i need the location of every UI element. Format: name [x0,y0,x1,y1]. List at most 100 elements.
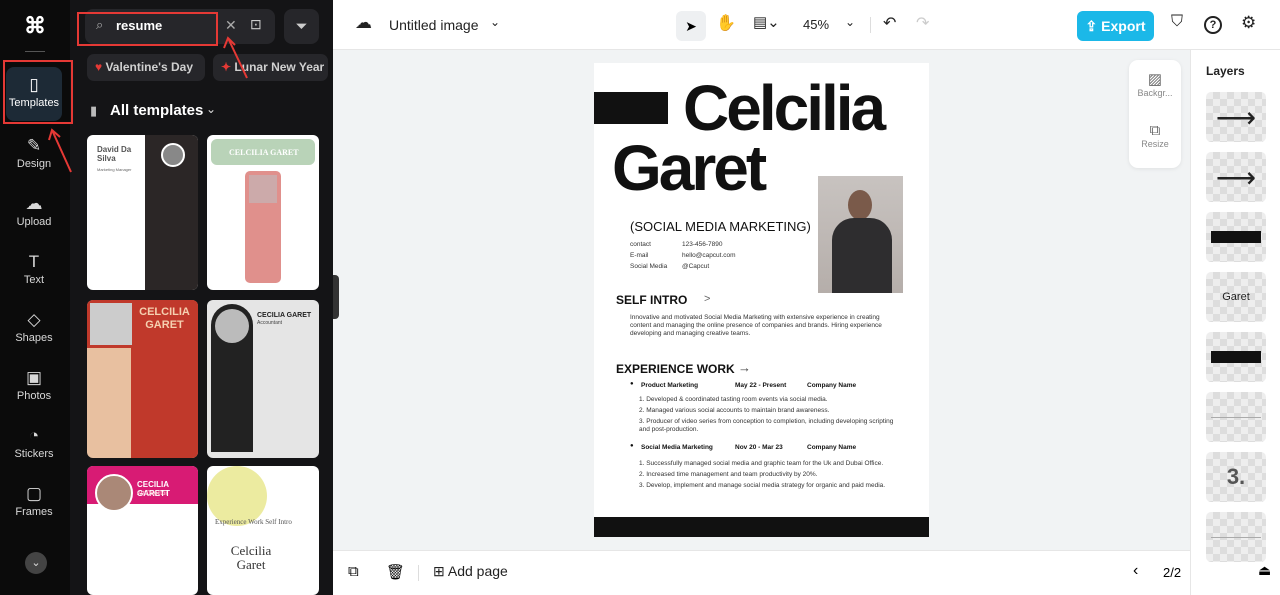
layer-item-black-bar[interactable] [1206,212,1266,262]
layout-icon[interactable]: ▤⌄ [753,13,780,31]
canvas-tools: ▨ Backgr... ⧉ Resize [1129,60,1181,168]
role-title: (SOCIAL MEDIA MARKETING) [630,219,811,234]
sidebar-item-text[interactable]: T Text [6,244,62,298]
zoom-level[interactable]: 45% [803,17,829,32]
undo-icon[interactable]: ↶ [883,13,896,33]
firecracker-icon: ✦ [221,60,232,74]
label: Stickers [14,448,54,460]
chevron-down-icon[interactable]: ⌄ [206,102,216,116]
black-bar [594,92,668,124]
layer-label: Garet [1222,291,1250,303]
select-tool-button[interactable]: ➤ [676,11,706,41]
layer-item-black-bar[interactable] [1206,332,1266,382]
frames-icon: ▢ [25,484,43,503]
shield-icon[interactable]: ⛉ [1171,13,1183,31]
layer-item-line[interactable] [1206,392,1266,442]
page-indicator: 2/2 [1163,565,1182,580]
layer-item-arrow[interactable]: ⟶ [1206,152,1266,202]
settings-icon[interactable]: ⚙ [1241,13,1256,33]
sidebar-item-design[interactable]: ✎ Design [6,128,62,182]
layer-item-line[interactable] [1206,512,1266,562]
arrow-icon: > [704,293,711,305]
panel-collapse-handle[interactable] [333,275,339,319]
job-item: 2. Increased time management and team pr… [639,471,818,478]
chip-valentines-day[interactable]: ♥ Valentine's Day [87,54,205,81]
layer-item-arrow[interactable]: ⟶ [1206,92,1266,142]
thumb-subtitle: Accountant [257,320,283,326]
thumb-title: CELCILIA GARET [229,148,299,157]
add-page-label: Add page [447,563,508,579]
collapse-layers-icon[interactable]: ⏏ [1258,562,1271,579]
label: Templates [8,97,60,109]
thumb-title: Celcilia Garet [230,543,272,572]
contact-value: 123-456-7890 [682,241,723,248]
sidebar-item-upload[interactable]: ☁ Upload [6,186,62,240]
search-box[interactable] [85,9,275,44]
template-card[interactable]: Experience Work Self Intro Celcilia Gare… [207,466,319,595]
divider [25,51,45,52]
sidebar-item-shapes[interactable]: ◇ Shapes [6,302,62,356]
prev-page-icon[interactable]: ‹ [1133,562,1138,580]
section-title[interactable]: All templates [110,102,203,119]
job-item: 3. Producer of video series from concept… [639,418,894,433]
cloud-icon[interactable]: ☁ [355,13,372,33]
label: Resize [1141,139,1169,149]
chip-lunar-new-year[interactable]: ✦ Lunar New Year [213,54,328,81]
chip-label: Valentine's Day [105,60,194,74]
trash-icon[interactable]: 🗑 [386,563,405,581]
resize-button[interactable]: ⧉ Resize [1129,122,1181,149]
more-chevron-button[interactable]: ⌄ [25,552,47,574]
export-label: Export [1101,18,1146,34]
chevron-down-icon[interactable]: ⌄ [490,15,500,29]
clear-search-icon[interactable]: ✕ [225,17,237,34]
template-card[interactable]: CECILIA GARETT Art Director [87,466,198,595]
template-card[interactable]: David Da Silva Marketing Manager [87,135,198,290]
hand-tool-icon[interactable]: ✋ [716,13,736,33]
text-icon: T [28,252,40,271]
sidebar-item-frames[interactable]: ▢ Frames [6,476,62,530]
thumb-photo [161,143,185,167]
bullet-icon: ● [630,381,634,387]
layer-item-text[interactable]: Garet [1206,272,1266,322]
add-page-icon: ⊞ [433,563,445,579]
export-icon: ⇪ [1085,18,1098,34]
template-card[interactable]: CELCILIA GARET [87,300,198,458]
self-intro-text: Innovative and motivated Social Media Ma… [630,314,882,337]
job-title: Social Media Marketing [641,444,713,451]
last-name: Garet [612,132,767,204]
job-title: Product Marketing [641,382,699,389]
duplicate-icon[interactable]: ⧉ [348,563,359,580]
resume-page[interactable]: Celcilia Garet (SOCIAL MEDIA MARKETING) … [594,63,929,537]
template-card[interactable]: CELCILIA GARET [207,135,319,290]
photos-icon: ▣ [25,368,43,387]
thumb-subtitle: Experience Work Self Intro [215,518,292,526]
layer-item-text[interactable]: 3. [1206,452,1266,502]
sidebar-item-photos[interactable]: ▣ Photos [6,360,62,414]
capcut-logo[interactable]: ⌘ [22,14,48,38]
document-title[interactable]: Untitled image [389,17,479,33]
experience-title: EXPERIENCE WORK [616,362,735,376]
image-search-icon[interactable]: ⊡ [250,16,262,33]
contact-label: contact [630,241,651,248]
arrow-icon: → [738,360,751,375]
job-item: 3. Develop, implement and manage social … [639,482,886,489]
redo-icon[interactable]: ↷ [916,13,929,33]
thumb-photo [95,474,133,512]
template-card[interactable]: CECILIA GARET Accountant [207,300,319,458]
contact-value: @Capcut [682,263,710,270]
footer-bar [594,517,929,537]
templates-icon: ▮ [90,103,98,118]
background-button[interactable]: ▨ Backgr... [1129,70,1181,98]
export-button[interactable]: ⇪ Export [1077,11,1154,41]
add-page-button[interactable]: ⊞ Add page [433,563,508,580]
search-icon: ⌕ [96,17,104,32]
job-company: Company Name [807,444,857,451]
search-input[interactable]: resume [116,18,162,33]
sidebar-item-stickers[interactable]: ◔ Stickers [6,418,62,472]
label: Upload [16,216,52,228]
help-icon[interactable]: ? [1204,16,1222,34]
filter-button[interactable]: ⏷ [284,9,319,44]
sidebar-item-templates[interactable]: ▯ Templates [6,67,62,121]
zoom-chevron-icon[interactable]: ⌄ [845,15,855,29]
label: Backgr... [1137,88,1173,98]
